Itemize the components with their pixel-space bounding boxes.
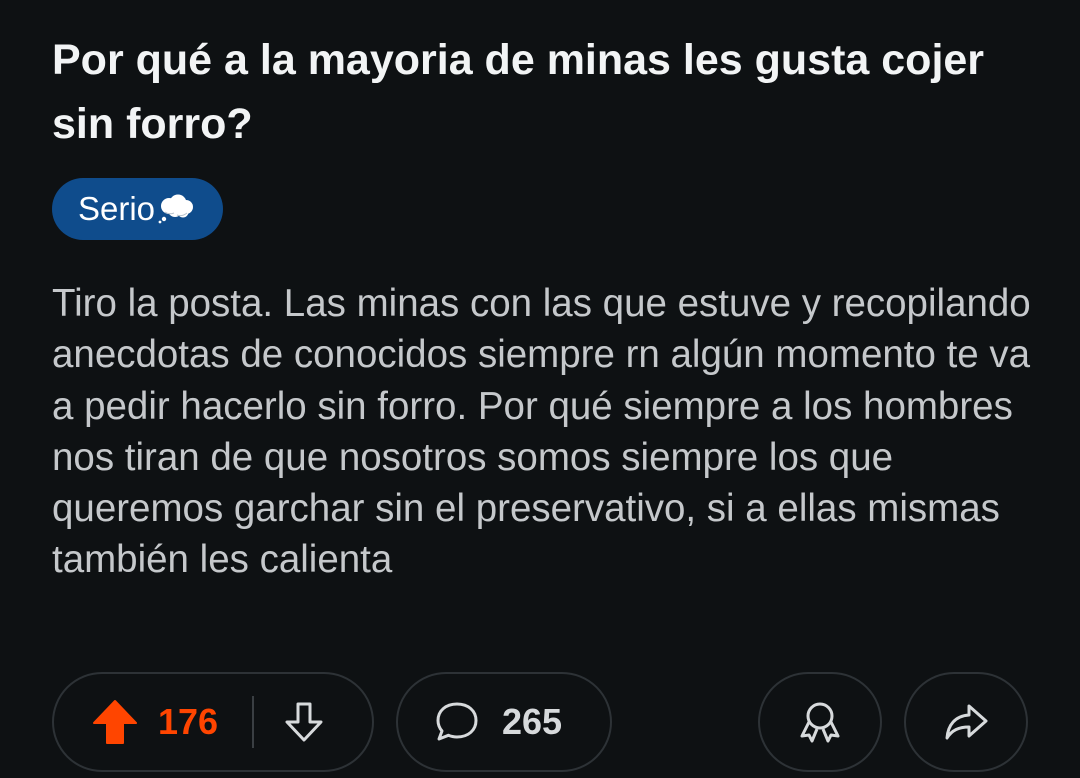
- share-button[interactable]: [904, 672, 1028, 772]
- upvote-arrow-icon[interactable]: [92, 699, 138, 745]
- comment-count: 265: [502, 701, 563, 742]
- post-title[interactable]: Por qué a la mayoria de minas les gusta …: [52, 28, 1012, 156]
- comments-button[interactable]: 265: [396, 672, 612, 772]
- upvote-count: 176: [158, 701, 219, 742]
- share-arrow-icon: [943, 700, 989, 744]
- vote-control: 176: [52, 672, 374, 772]
- comment-bubble-icon: [434, 700, 480, 744]
- post-action-bar: 176 265: [52, 672, 1028, 772]
- post-flair[interactable]: Serio: [52, 178, 224, 240]
- flair-label: Serio: [78, 190, 156, 227]
- award-icon: [797, 698, 843, 746]
- downvote-arrow-icon[interactable]: [282, 700, 326, 744]
- thought-balloon-icon: [157, 194, 195, 224]
- award-button[interactable]: [758, 672, 882, 772]
- post-container: Por qué a la mayoria de minas les gusta …: [52, 28, 1052, 586]
- post-body: Tiro la posta. Las minas con las que est…: [52, 282, 1031, 582]
- vote-divider: [252, 696, 255, 748]
